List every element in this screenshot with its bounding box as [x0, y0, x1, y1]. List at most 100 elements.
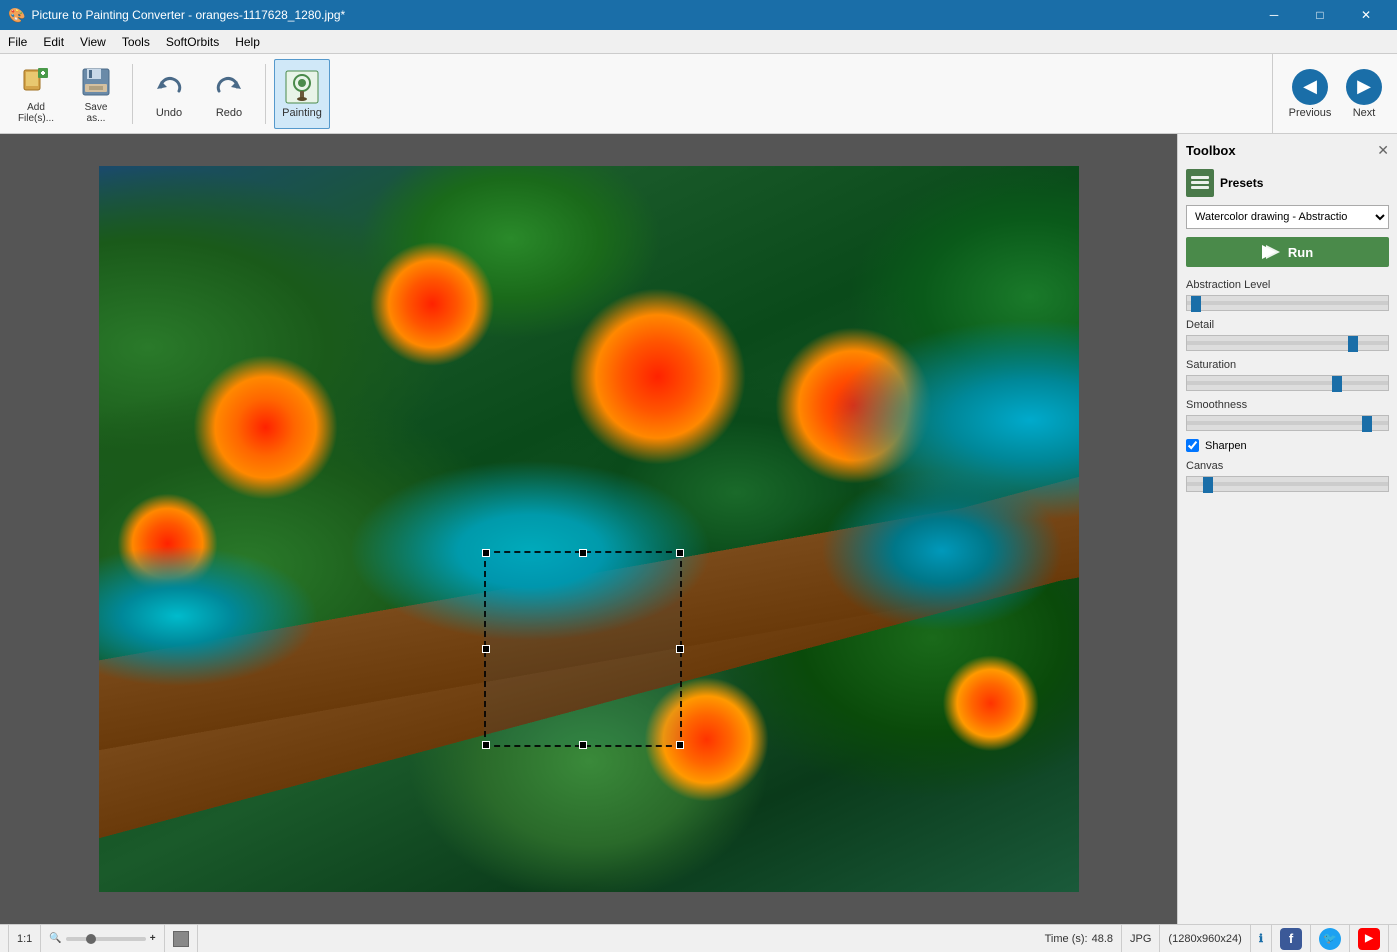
save-as-button[interactable]: Save as...: [68, 59, 124, 129]
twitter-button[interactable]: 🐦: [1319, 928, 1341, 950]
toolbox-title: Toolbox: [1186, 143, 1236, 158]
minimize-button[interactable]: ─: [1251, 0, 1297, 30]
detail-label: Detail: [1186, 319, 1389, 331]
nav-buttons: ◀ Previous ▶ Next: [1272, 54, 1389, 133]
presets-row: Presets: [1186, 169, 1389, 197]
abstraction-level-slider[interactable]: [1186, 295, 1389, 311]
menu-file[interactable]: File: [0, 30, 35, 54]
zoom-thumb: [86, 934, 96, 944]
time-section: Time (s): 48.8: [1037, 925, 1122, 952]
toolbox-close-button[interactable]: ✕: [1377, 142, 1389, 159]
detail-thumb[interactable]: [1348, 336, 1358, 352]
canvas-area[interactable]: [0, 134, 1177, 924]
presets-icon: [1186, 169, 1214, 197]
redo-label: Redo: [216, 107, 242, 119]
menu-bar: File Edit View Tools SoftOrbits Help: [0, 30, 1397, 54]
zoom-control-section[interactable]: 🔍 +: [41, 925, 164, 952]
previous-icon: ◀: [1292, 69, 1328, 105]
undo-button[interactable]: Undo: [141, 59, 197, 129]
previous-label: Previous: [1289, 107, 1332, 119]
preset-select[interactable]: Watercolor drawing - Abstractio: [1186, 205, 1389, 229]
window-controls: ─ □ ✕: [1251, 0, 1389, 30]
facebook-icon: f: [1289, 931, 1293, 946]
painting-icon: [284, 69, 320, 105]
saturation-track: [1187, 381, 1388, 385]
detail-slider[interactable]: [1186, 335, 1389, 351]
zoom-slider[interactable]: [66, 937, 146, 941]
smoothness-label: Smoothness: [1186, 399, 1389, 411]
window-title: Picture to Painting Converter - oranges-…: [31, 8, 1251, 22]
menu-view[interactable]: View: [72, 30, 114, 54]
toolbox-panel: Toolbox ✕ Presets Watercolor drawing - A…: [1177, 134, 1397, 924]
sharpen-row: Sharpen: [1186, 439, 1389, 452]
add-file-button[interactable]: Add File(s)...: [8, 59, 64, 129]
painting-button[interactable]: Painting: [274, 59, 330, 129]
saturation-thumb[interactable]: [1332, 376, 1342, 392]
toolbar-sep-2: [265, 64, 266, 124]
abstraction-level-label: Abstraction Level: [1186, 279, 1389, 291]
canvas-label: Canvas: [1186, 460, 1389, 472]
zoom-out-icon[interactable]: 🔍: [49, 933, 61, 944]
youtube-section[interactable]: ▶: [1350, 925, 1389, 952]
twitter-section[interactable]: 🐦: [1311, 925, 1350, 952]
info-icon[interactable]: ℹ: [1259, 932, 1263, 945]
dimensions-section: (1280x960x24): [1160, 925, 1250, 952]
save-as-label: Save as...: [85, 102, 108, 124]
status-bar: 1:1 🔍 + Time (s): 48.8 JPG (1280x960x24)…: [0, 924, 1397, 952]
zoom-in-icon[interactable]: +: [150, 933, 156, 944]
abstraction-level-thumb[interactable]: [1191, 296, 1201, 312]
add-file-icon: [18, 64, 54, 100]
sharpen-checkbox[interactable]: [1186, 439, 1199, 452]
dimensions-value: (1280x960x24): [1168, 933, 1241, 945]
info-section[interactable]: ℹ: [1251, 925, 1272, 952]
add-file-label: Add File(s)...: [18, 102, 54, 124]
menu-help[interactable]: Help: [227, 30, 268, 54]
twitter-icon: 🐦: [1323, 932, 1337, 945]
format-section: JPG: [1122, 925, 1160, 952]
maximize-button[interactable]: □: [1297, 0, 1343, 30]
app-icon: 🎨: [8, 7, 25, 24]
redo-button[interactable]: Redo: [201, 59, 257, 129]
menu-tools[interactable]: Tools: [114, 30, 158, 54]
facebook-button[interactable]: f: [1280, 928, 1302, 950]
zoom-ratio: 1:1: [17, 933, 32, 945]
toolbar: Add File(s)... Save as... Undo: [0, 54, 1397, 134]
undo-label: Undo: [156, 107, 182, 119]
next-label: Next: [1353, 107, 1376, 119]
main-area: Toolbox ✕ Presets Watercolor drawing - A…: [0, 134, 1397, 924]
time-value: 48.8: [1092, 933, 1113, 945]
saturation-label: Saturation: [1186, 359, 1389, 371]
previous-button[interactable]: ◀ Previous: [1285, 59, 1335, 129]
canvas-wrapper: [99, 166, 1079, 892]
undo-icon: [151, 69, 187, 105]
canvas-track: [1187, 482, 1388, 486]
youtube-button[interactable]: ▶: [1358, 928, 1380, 950]
sharpen-label: Sharpen: [1205, 440, 1247, 452]
abstraction-level-track: [1187, 301, 1388, 305]
run-label: Run: [1288, 245, 1313, 260]
toolbox-header: Toolbox ✕: [1186, 142, 1389, 159]
save-icon: [78, 64, 114, 100]
menu-edit[interactable]: Edit: [35, 30, 72, 54]
thumbnail-icon: [173, 931, 189, 947]
presets-label: Presets: [1220, 176, 1263, 190]
detail-track: [1187, 341, 1388, 345]
smoothness-thumb[interactable]: [1362, 416, 1372, 432]
next-button[interactable]: ▶ Next: [1339, 59, 1389, 129]
canvas-slider[interactable]: [1186, 476, 1389, 492]
smoothness-slider[interactable]: [1186, 415, 1389, 431]
title-bar: 🎨 Picture to Painting Converter - orange…: [0, 0, 1397, 30]
run-button[interactable]: Run: [1186, 237, 1389, 267]
menu-softorbits[interactable]: SoftOrbits: [158, 30, 227, 54]
saturation-slider[interactable]: [1186, 375, 1389, 391]
youtube-icon: ▶: [1365, 933, 1373, 944]
canvas-thumb[interactable]: [1203, 477, 1213, 493]
facebook-section[interactable]: f: [1272, 925, 1311, 952]
thumbnail-section: [165, 925, 198, 952]
canvas-painting: [99, 166, 1079, 892]
time-label: Time (s):: [1045, 933, 1088, 945]
format-value: JPG: [1130, 933, 1151, 945]
redo-icon: [211, 69, 247, 105]
next-icon: ▶: [1346, 69, 1382, 105]
close-button[interactable]: ✕: [1343, 0, 1389, 30]
